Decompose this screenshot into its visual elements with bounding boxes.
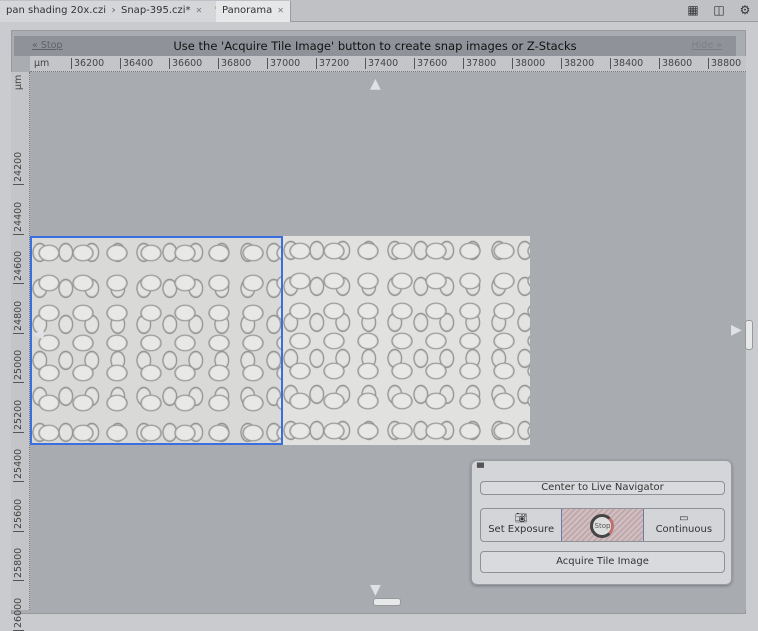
x-tick-label: 36200: [71, 58, 104, 69]
ruler-unit: µm: [34, 58, 50, 69]
ruler-unit: µm: [13, 74, 24, 90]
y-tick-label: 25000: [13, 349, 24, 383]
acquire-tile-image-button[interactable]: Acquire Tile Image: [480, 551, 725, 573]
x-tick-label: 38400: [610, 58, 643, 69]
x-tick-label: 38800: [708, 58, 741, 69]
x-tick-label: 36400: [120, 58, 153, 69]
tab-label: Panorama: [222, 5, 273, 16]
y-tick-label: 24600: [13, 250, 24, 284]
horizontal-scrollbar[interactable]: [373, 598, 401, 606]
arrow-up-icon[interactable]: ▲: [370, 76, 381, 92]
tile-image[interactable]: [283, 236, 530, 445]
continuous-button[interactable]: ▭ Continuous: [644, 509, 724, 541]
video-camera-icon: ▭: [679, 513, 689, 524]
vertical-scrollbar[interactable]: [745, 320, 753, 350]
center-live-navigator-button[interactable]: Center to Live Navigator: [480, 481, 725, 495]
y-tick-label: 24800: [13, 300, 24, 334]
gear-icon[interactable]: ⚙: [736, 3, 754, 17]
hide-link[interactable]: Hide »: [692, 40, 723, 51]
acquisition-panel: ▀ Center to Live Navigator 📷︎ Set Exposur…: [471, 460, 732, 585]
continuous-label: Continuous: [655, 524, 713, 535]
y-tick-label: 25200: [13, 399, 24, 433]
set-exposure-label: Set Exposure: [488, 524, 555, 535]
x-tick-label: 36600: [169, 58, 202, 69]
tab-label: Snap-395.czi*: [121, 5, 191, 16]
tab-label: pan shading 20x.czi: [6, 5, 107, 16]
x-tick-label: 38600: [659, 58, 692, 69]
tile-image-selected[interactable]: [30, 236, 283, 445]
close-icon[interactable]: ✕: [277, 6, 284, 15]
grid-view-icon[interactable]: ▦: [684, 3, 702, 17]
stop-live-button[interactable]: Stop: [561, 509, 644, 541]
set-exposure-button[interactable]: 📷︎ Set Exposure: [481, 509, 561, 541]
x-tick-label: 37600: [414, 58, 447, 69]
vertical-ruler: µm 24200 24400 24600 24800 25000 25200 25400 25…: [11, 72, 30, 631]
tab-panorama[interactable]: Panorama ✕: [216, 1, 291, 22]
x-tick-label: 36800: [218, 58, 251, 69]
arrow-down-icon[interactable]: ▼: [370, 582, 381, 598]
x-tick-label: 37400: [365, 58, 398, 69]
arrow-left-icon[interactable]: ◀: [33, 326, 44, 342]
tab-bar: pan shading 20x.czi✕ Snap-395.czi*✕✎ Pan…: [0, 0, 758, 22]
y-tick-label: 25400: [13, 448, 24, 482]
stop-label: Stop: [590, 514, 615, 538]
split-view-icon[interactable]: ◫: [710, 3, 728, 17]
y-tick-label: 24200: [13, 151, 24, 185]
x-tick-label: 37800: [463, 58, 496, 69]
y-tick-label: 24400: [13, 201, 24, 235]
banner-message: Use the 'Acquire Tile Image' button to c…: [173, 39, 577, 53]
info-banner: « Stop Use the 'Acquire Tile Image' butt…: [14, 36, 736, 56]
panel-grip-icon[interactable]: ▀: [477, 464, 484, 474]
tab-snap-395[interactable]: Snap-395.czi*✕✎: [115, 1, 230, 22]
tab-pan-shading[interactable]: pan shading 20x.czi✕: [0, 1, 125, 22]
camera-icon: 📷︎: [514, 513, 528, 524]
arrow-right-icon[interactable]: ▶: [731, 322, 742, 338]
x-tick-label: 37000: [267, 58, 300, 69]
x-tick-label: 37200: [316, 58, 349, 69]
x-tick-label: 38200: [561, 58, 594, 69]
horizontal-ruler: µm 36200 36400 36600 36800 37000 37200 37400 37…: [30, 56, 746, 72]
y-tick-label: 25600: [13, 498, 24, 532]
close-icon[interactable]: ✕: [196, 6, 203, 15]
y-tick-label: 25800: [13, 547, 24, 581]
x-tick-label: 38000: [512, 58, 545, 69]
